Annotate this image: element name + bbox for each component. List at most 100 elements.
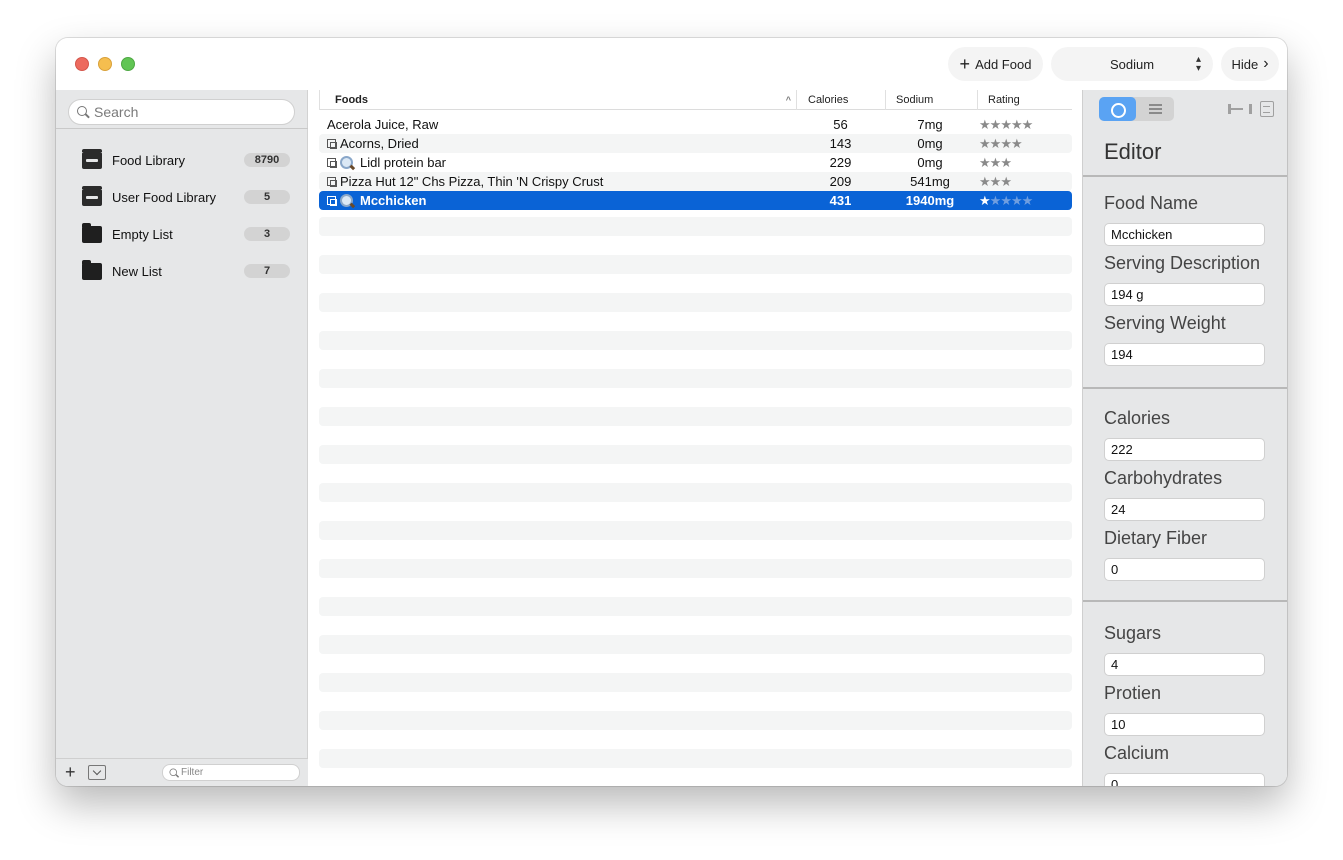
star-icon: ★: [979, 174, 991, 189]
copy-icon: [327, 158, 337, 168]
chevron-updown-icon: ▴ ▾: [1195, 54, 1201, 74]
rating-cell[interactable]: ★★★★★: [977, 191, 1072, 210]
table-row[interactable]: Acorns, Dried 143 0mg ★★★★: [319, 134, 1072, 153]
star-icon: ★: [1000, 136, 1012, 151]
sodium-cell: 541mg: [910, 174, 950, 189]
minimize-window-button[interactable]: [98, 57, 112, 71]
list-view-button[interactable]: [1137, 97, 1174, 121]
search-input[interactable]: [94, 104, 284, 120]
star-icon: ★: [979, 155, 991, 170]
sodium-cell: 1940mg: [905, 193, 955, 208]
add-list-button[interactable]: +: [65, 762, 76, 782]
empty-row: [319, 749, 1072, 768]
food-name-label: Food Name: [1104, 193, 1199, 213]
protein-label: Protien: [1104, 683, 1162, 703]
food-name-cell: Mcchicken: [327, 191, 787, 210]
editor-view-circle-button[interactable]: [1099, 97, 1136, 121]
carbohydrates-label: Carbohydrates: [1104, 468, 1223, 488]
rating-cell[interactable]: ★★★★: [977, 134, 1072, 153]
star-icon: ★: [1021, 117, 1034, 132]
search-icon: [77, 106, 89, 118]
dietary-fiber-field[interactable]: [1104, 558, 1265, 581]
copy-icon: [327, 139, 337, 149]
filter-field[interactable]: [162, 764, 300, 781]
empty-row: [319, 255, 1072, 274]
calories-cell: 209: [829, 174, 852, 189]
star-icon: ★: [979, 117, 991, 132]
sidebar-item-empty-list[interactable]: Empty List 3: [82, 222, 290, 246]
hide-editor-button[interactable]: Hide ›: [1221, 47, 1279, 81]
empty-row: [319, 331, 1072, 350]
food-name-cell: Lidl protein bar: [327, 153, 787, 172]
serving-weight-field[interactable]: [1104, 343, 1265, 366]
copy-icon: [327, 177, 337, 187]
column-header-sodium[interactable]: Sodium: [885, 90, 977, 110]
column-header-calories[interactable]: Calories: [796, 90, 885, 110]
sidebar-item-label: New List: [112, 263, 162, 279]
empty-row: [319, 217, 1072, 236]
column-header-rating[interactable]: Rating: [977, 90, 1072, 110]
table-row[interactable]: Acerola Juice, Raw 56 7mg ★★★★★: [319, 115, 1072, 134]
food-name-text: Pizza Hut 12" Chs Pizza, Thin 'N Crispy …: [340, 174, 604, 189]
editor-panel: Editor Food Name Serving Description Ser…: [1082, 90, 1287, 786]
editor-title: Editor: [1104, 139, 1162, 164]
add-food-button[interactable]: + Add Food: [948, 47, 1043, 81]
sidebar-item-user-food-library[interactable]: User Food Library 5: [82, 185, 290, 209]
magnifier-icon: [340, 193, 354, 208]
table-row[interactable]: Mcchicken 431 1940mg ★★★★★: [319, 191, 1072, 210]
column-header-foods[interactable]: Foods ^: [319, 90, 796, 110]
section-divider: [1083, 600, 1287, 602]
tray-icon: [82, 185, 102, 206]
sugars-field[interactable]: [1104, 653, 1265, 676]
table-header: Foods ^ Calories Sodium Rating: [319, 90, 1072, 110]
editor-view-segmented-control: [1099, 97, 1174, 121]
section-divider: [1083, 387, 1287, 389]
rating-cell[interactable]: ★★★: [977, 172, 1072, 191]
star-icon: ★: [989, 136, 1002, 151]
zoom-window-button[interactable]: [121, 57, 135, 71]
calories-field[interactable]: [1104, 438, 1265, 461]
serving-description-field[interactable]: [1104, 283, 1265, 306]
empty-row: [319, 635, 1072, 654]
filter-input[interactable]: [181, 767, 296, 778]
plus-icon: +: [959, 54, 971, 74]
carbohydrates-field[interactable]: [1104, 498, 1265, 521]
folder-icon: [82, 222, 102, 243]
serving-description-label: Serving Description: [1104, 253, 1261, 273]
calories-cell: 229: [829, 155, 852, 170]
sidebar-item-new-list[interactable]: New List 7: [82, 259, 290, 283]
add-food-label: Add Food: [975, 56, 1032, 72]
count-badge: 7: [244, 264, 290, 278]
count-badge: 8790: [244, 153, 290, 167]
table-row[interactable]: Lidl protein bar 229 0mg ★★★: [319, 153, 1072, 172]
notes-icon[interactable]: [1260, 101, 1274, 117]
nutrient-select[interactable]: Sodium ▴ ▾: [1051, 47, 1213, 81]
empty-row: [319, 293, 1072, 312]
magnifier-icon: [340, 155, 354, 170]
hide-label: Hide: [1231, 56, 1259, 72]
count-badge: 5: [244, 190, 290, 204]
section-divider: [1083, 175, 1287, 177]
close-window-button[interactable]: [75, 57, 89, 71]
empty-row: [319, 597, 1072, 616]
protein-field[interactable]: [1104, 713, 1265, 736]
calcium-field[interactable]: [1104, 773, 1265, 786]
sidebar-item-food-library[interactable]: Food Library 8790: [82, 148, 290, 172]
food-name-cell: Acerola Juice, Raw: [327, 115, 787, 134]
search-field[interactable]: [68, 99, 295, 125]
star-icon: ★: [1010, 117, 1023, 132]
empty-row: [319, 711, 1072, 730]
star-icon: ★: [1010, 136, 1023, 151]
rating-cell[interactable]: ★★★: [977, 153, 1072, 172]
table-row[interactable]: Pizza Hut 12" Chs Pizza, Thin 'N Crispy …: [319, 172, 1072, 191]
star-icon: ★: [1000, 174, 1012, 189]
list-actions-menu-button[interactable]: [88, 765, 106, 780]
calories-label: Calories: [1104, 408, 1171, 428]
food-name-text: Acorns, Dried: [340, 136, 419, 151]
star-icon: ★: [1000, 193, 1012, 208]
sidebar-item-label: Empty List: [112, 226, 173, 242]
rating-cell[interactable]: ★★★★★: [977, 115, 1072, 134]
dumbbell-icon[interactable]: [1228, 101, 1252, 117]
food-table: Foods ^ Calories Sodium Rating Acerola J…: [309, 90, 1082, 786]
food-name-field[interactable]: [1104, 223, 1265, 246]
